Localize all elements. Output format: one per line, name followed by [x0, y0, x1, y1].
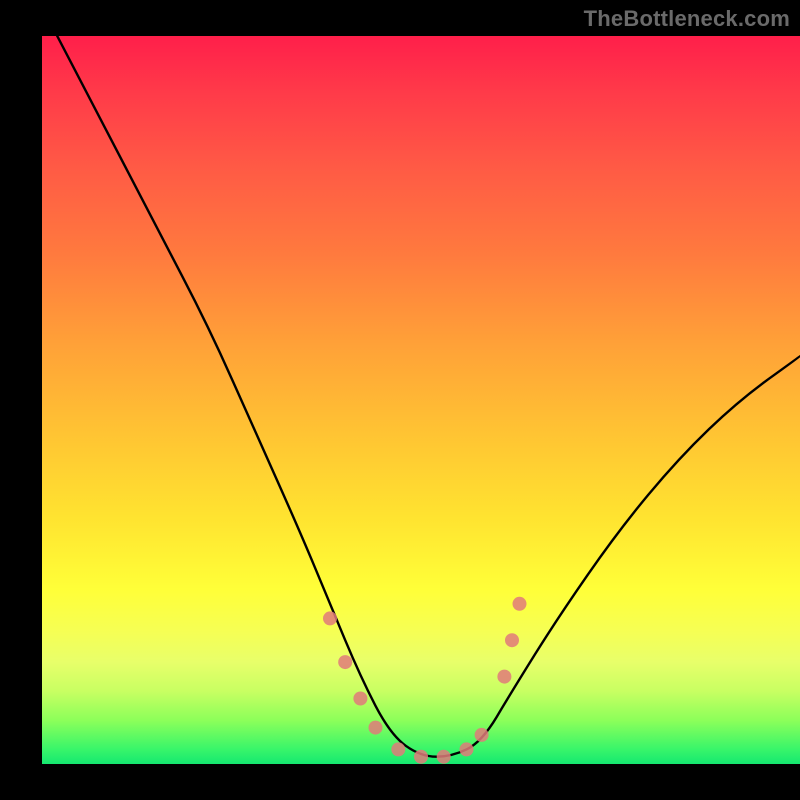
plot-area	[42, 36, 800, 764]
marker-dot	[437, 750, 451, 764]
curve-path	[57, 36, 800, 757]
watermark-text: TheBottleneck.com	[584, 6, 790, 32]
marker-dot	[353, 692, 367, 706]
marker-dot	[505, 633, 519, 647]
chart-frame: TheBottleneck.com	[0, 0, 800, 800]
marker-dot	[497, 670, 511, 684]
marker-dot	[391, 742, 405, 756]
marker-dot	[460, 742, 474, 756]
marker-dot	[338, 655, 352, 669]
marker-dot	[369, 721, 383, 735]
chart-svg	[42, 36, 800, 764]
marker-dot	[475, 728, 489, 742]
bottleneck-curve	[57, 36, 800, 757]
marker-dot	[323, 611, 337, 625]
marker-dot	[513, 597, 527, 611]
marker-cluster	[323, 597, 527, 764]
marker-dot	[414, 750, 428, 764]
